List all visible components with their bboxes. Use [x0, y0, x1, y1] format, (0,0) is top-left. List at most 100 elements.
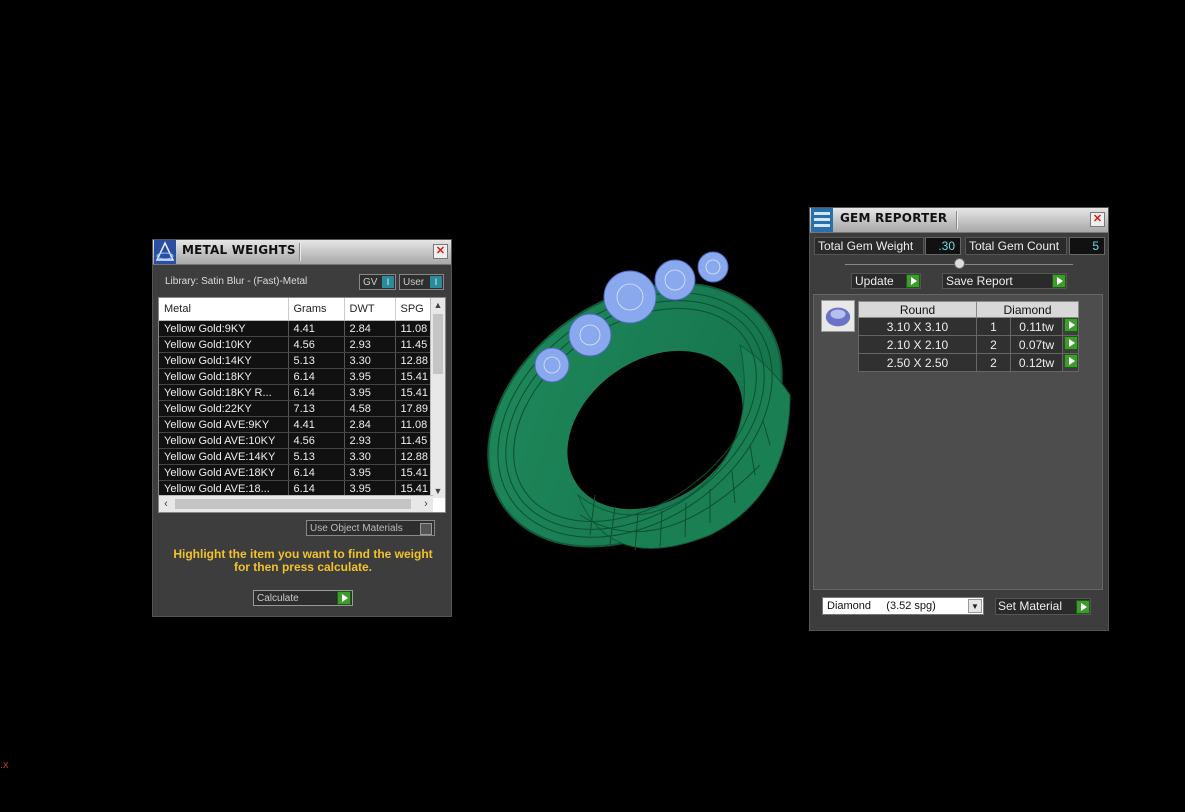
metal-row[interactable]: Yellow Gold AVE:14KY 5.13 3.30 12.88 — [159, 448, 432, 465]
metal-row[interactable]: Yellow Gold:14KY 5.13 3.30 12.88 — [159, 352, 432, 369]
metal-cell: 2.93 — [344, 432, 396, 449]
metal-cell: Yellow Gold:22KY — [159, 400, 289, 417]
gem-reporter-title: GEM REPORTER — [840, 211, 948, 225]
checkbox-box[interactable] — [420, 523, 432, 535]
slider-handle[interactable] — [954, 258, 965, 269]
horizontal-scrollbar[interactable]: ‹ › — [159, 495, 433, 512]
metal-cell: 17.89 — [395, 400, 432, 417]
metal-cell: 4.41 — [288, 416, 345, 433]
chevron-down-icon[interactable]: ▼ — [968, 599, 982, 613]
metal-row[interactable]: Yellow Gold:9KY 4.41 2.84 11.08 — [159, 320, 432, 337]
scroll-thumb[interactable] — [175, 499, 411, 509]
scroll-down-icon[interactable]: ▼ — [431, 484, 445, 498]
metal-cell: 2.84 — [344, 320, 396, 337]
gem-row[interactable]: 2.50 X 2.50 2 0.12tw — [858, 353, 1079, 372]
calculate-button[interactable]: Calculate — [253, 590, 353, 606]
metal-cell: Yellow Gold:14KY — [159, 352, 289, 369]
diamond-thumbnail-icon — [821, 300, 855, 332]
metal-cell: 4.58 — [344, 400, 396, 417]
total-gem-weight-value: .30 — [925, 237, 961, 255]
play-arrow-icon[interactable] — [1063, 336, 1078, 350]
gv-toggle[interactable]: GV I — [359, 274, 396, 290]
total-gem-count-label: Total Gem Count — [965, 237, 1067, 255]
scroll-thumb[interactable] — [433, 314, 443, 374]
play-arrow-icon[interactable] — [1063, 318, 1078, 332]
metal-row[interactable]: Yellow Gold:22KY 7.13 4.58 17.89 — [159, 400, 432, 417]
metal-weights-title: METAL WEIGHTS — [182, 243, 296, 257]
title-separator — [956, 211, 958, 229]
use-object-materials-checkbox[interactable]: Use Object Materials — [306, 520, 435, 536]
metal-cell: 4.41 — [288, 320, 345, 337]
update-button[interactable]: Update — [851, 273, 921, 289]
metal-cell: 5.13 — [288, 352, 345, 369]
gem-count-cell: 1 — [976, 317, 1011, 336]
gem-count-cell: 2 — [976, 335, 1011, 354]
metal-cell: Yellow Gold:10KY — [159, 336, 289, 353]
play-arrow-icon[interactable] — [1052, 274, 1066, 288]
metal-row[interactable]: Yellow Gold:10KY 4.56 2.93 11.45 — [159, 336, 432, 353]
gem-size-cell: 2.10 X 2.10 — [858, 335, 977, 354]
close-icon[interactable]: ✕ — [433, 244, 448, 259]
metal-cell: 11.45 — [395, 336, 432, 353]
vertical-scrollbar[interactable]: ▲ ▼ — [430, 298, 445, 498]
metal-cell: Yellow Gold:18KY — [159, 368, 289, 385]
toggle-knob: I — [382, 276, 394, 288]
metal-column-header[interactable]: SPG — [395, 298, 432, 321]
metal-row[interactable]: Yellow Gold:18KY 6.14 3.95 15.41 — [159, 368, 432, 385]
gem-row[interactable]: 2.10 X 2.10 2 0.07tw — [858, 335, 1079, 354]
save-report-button[interactable]: Save Report — [942, 273, 1067, 289]
gem-weight-cell: 0.11tw — [1010, 317, 1063, 336]
metal-cell: 3.30 — [344, 352, 396, 369]
metal-column-header[interactable]: DWT — [344, 298, 396, 321]
metal-cell: 11.45 — [395, 432, 432, 449]
metal-table: Metal Grams DWT SPG Yellow Gold:9KY 4.41 2.84… — [159, 298, 432, 497]
gem-table: Round Diamond 3.10 X 3.10 1 0.11tw 2.10 X 2… — [858, 301, 1079, 372]
scroll-left-icon[interactable]: ‹ — [159, 496, 173, 512]
set-material-label: Set Material — [998, 599, 1063, 613]
metal-column-header[interactable]: Grams — [288, 298, 345, 321]
metal-cell: Yellow Gold AVE:14KY — [159, 448, 289, 465]
gem-select-cell[interactable] — [1062, 335, 1079, 354]
set-material-button[interactable]: Set Material — [995, 598, 1091, 615]
metal-row[interactable]: Yellow Gold:18KY R... 6.14 3.95 15.41 — [159, 384, 432, 401]
user-toggle[interactable]: User I — [399, 274, 444, 290]
close-icon[interactable]: ✕ — [1090, 212, 1105, 227]
metal-cell: 7.13 — [288, 400, 345, 417]
material-select[interactable]: Diamond (3.52 spg) ▼ — [822, 597, 984, 615]
metal-row[interactable]: Yellow Gold AVE:18KY 6.14 3.95 15.41 — [159, 464, 432, 481]
scroll-up-icon[interactable]: ▲ — [431, 298, 445, 312]
play-arrow-icon[interactable] — [1063, 354, 1078, 368]
play-arrow-icon[interactable] — [906, 274, 920, 288]
metal-row[interactable]: Yellow Gold AVE:10KY 4.56 2.93 11.45 — [159, 432, 432, 449]
gem-reporter-titlebar[interactable]: GEM REPORTER ✕ — [810, 208, 1108, 233]
user-toggle-label: User — [403, 277, 425, 288]
metal-cell: Yellow Gold AVE:10KY — [159, 432, 289, 449]
library-label: Library: Satin Blur - (Fast)-Metal — [165, 276, 308, 287]
play-arrow-icon[interactable] — [337, 591, 351, 605]
play-arrow-icon[interactable] — [1076, 600, 1090, 614]
total-gem-weight-label: Total Gem Weight — [814, 237, 924, 255]
ring-3d-model[interactable] — [460, 245, 810, 595]
metal-cell: 15.41 — [395, 464, 432, 481]
metal-cell: 6.14 — [288, 464, 345, 481]
scroll-right-icon[interactable]: › — [419, 496, 433, 512]
metal-row[interactable]: Yellow Gold AVE:9KY 4.41 2.84 11.08 — [159, 416, 432, 433]
gem-select-cell[interactable] — [1062, 353, 1079, 372]
gem-type-header: Diamond — [976, 301, 1079, 318]
gem-count-cell: 2 — [976, 353, 1011, 372]
material-select-value: Diamond (3.52 spg) — [827, 600, 936, 612]
metal-column-header[interactable]: Metal — [159, 298, 289, 321]
save-report-label: Save Report — [946, 274, 1013, 288]
total-gem-count-value: 5 — [1069, 237, 1105, 255]
metal-weights-titlebar[interactable]: METAL WEIGHTS ✕ — [153, 240, 451, 265]
gem-shape-header: Round — [858, 301, 977, 318]
gem-row[interactable]: 3.10 X 3.10 1 0.11tw — [858, 317, 1079, 336]
gem-select-cell[interactable] — [1062, 317, 1079, 336]
metal-cell: 3.30 — [344, 448, 396, 465]
metal-cell: Yellow Gold:9KY — [159, 320, 289, 337]
metal-cell: 3.95 — [344, 368, 396, 385]
update-label: Update — [855, 274, 894, 288]
gem-list-area: Round Diamond 3.10 X 3.10 1 0.11tw 2.10 X 2… — [813, 294, 1103, 590]
metal-table-container: Metal Grams DWT SPG Yellow Gold:9KY 4.41 2.84… — [158, 297, 446, 513]
metal-cell: 15.41 — [395, 384, 432, 401]
